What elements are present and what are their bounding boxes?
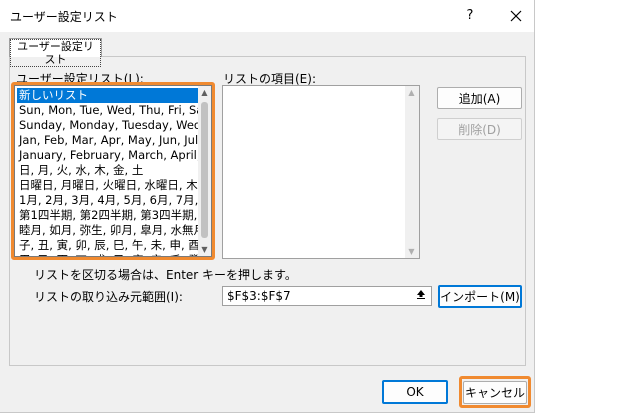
list-item[interactable]: 日曜日, 月曜日, 火曜日, 水曜日, 木 [17, 178, 198, 193]
custom-lists-scrollbar[interactable]: ▲ ▼ [198, 86, 211, 256]
tab-label: ユーザー設定リスト [10, 39, 101, 67]
tab-custom-lists[interactable]: ユーザー設定リスト [9, 38, 102, 67]
scroll-down-arrow-icon[interactable]: ▼ [198, 243, 211, 256]
range-collapse-button[interactable] [412, 288, 430, 304]
import-range-value: $F$3:$F$7 [227, 289, 291, 303]
add-button[interactable]: 追加(A) [437, 87, 522, 109]
list-item[interactable]: Sunday, Monday, Tuesday, Wedn [17, 118, 198, 133]
ok-button[interactable]: OK [382, 380, 448, 404]
collapse-dialog-icon [417, 290, 425, 299]
import-range-label: リストの取り込み元範囲(I): [34, 290, 183, 304]
list-item[interactable]: 甲, 乙, 丙, 丁, 戊, 己, 庚, 辛, 壬, 癸 [17, 253, 198, 256]
list-item[interactable]: 1月, 2月, 3月, 4月, 5月, 6月, 7月, [17, 193, 198, 208]
custom-lists-listbox[interactable]: 新しいリスト Sun, Mon, Tue, Wed, Thu, Fri, Sat S… [14, 85, 212, 257]
list-item[interactable]: Sun, Mon, Tue, Wed, Thu, Fri, Sat [17, 103, 198, 118]
list-item[interactable]: 新しいリスト [17, 88, 198, 103]
import-range-input[interactable]: $F$3:$F$7 [222, 286, 432, 306]
list-item[interactable]: Jan, Feb, Mar, Apr, May, Jun, Jul, [17, 133, 198, 148]
list-item[interactable]: 睦月, 如月, 弥生, 卯月, 皐月, 水無月 [17, 223, 198, 238]
scroll-thumb[interactable] [201, 102, 208, 238]
entries-scroll-down-icon[interactable]: ▼ [405, 245, 418, 258]
title-bar[interactable]: ユーザー設定リスト ? [0, 0, 534, 32]
scroll-up-arrow-icon[interactable]: ▲ [198, 86, 211, 99]
close-icon [510, 10, 522, 22]
cancel-button[interactable]: キャンセル [463, 381, 527, 404]
list-entries-scrollbar[interactable]: ▲ ▼ [405, 86, 419, 258]
custom-lists-items: 新しいリスト Sun, Mon, Tue, Wed, Thu, Fri, Sat S… [17, 88, 198, 256]
import-button[interactable]: インポート(M) [438, 285, 522, 308]
entries-scroll-up-icon[interactable]: ▲ [405, 86, 418, 99]
list-item[interactable]: January, February, March, April, [17, 148, 198, 163]
close-button[interactable] [505, 5, 527, 27]
help-button[interactable]: ? [460, 6, 480, 26]
dialog-title: ユーザー設定リスト [10, 10, 118, 24]
list-item[interactable]: 日, 月, 火, 水, 木, 金, 土 [17, 163, 198, 178]
custom-lists-dialog: ユーザー設定リスト ? ユーザー設定リスト ユーザー設定リスト(L): 新しいリ… [0, 0, 535, 413]
list-item[interactable]: 子, 丑, 寅, 卯, 辰, 巳, 午, 未, 申, 酉 [17, 238, 198, 253]
list-entries-textbox[interactable]: ▲ ▼ [222, 85, 420, 259]
delete-button[interactable]: 削除(D) [437, 118, 522, 140]
separator-hint: リストを区切る場合は、Enter キーを押します。 [34, 268, 297, 282]
list-item[interactable]: 第1四半期, 第2四半期, 第3四半期, [17, 208, 198, 223]
